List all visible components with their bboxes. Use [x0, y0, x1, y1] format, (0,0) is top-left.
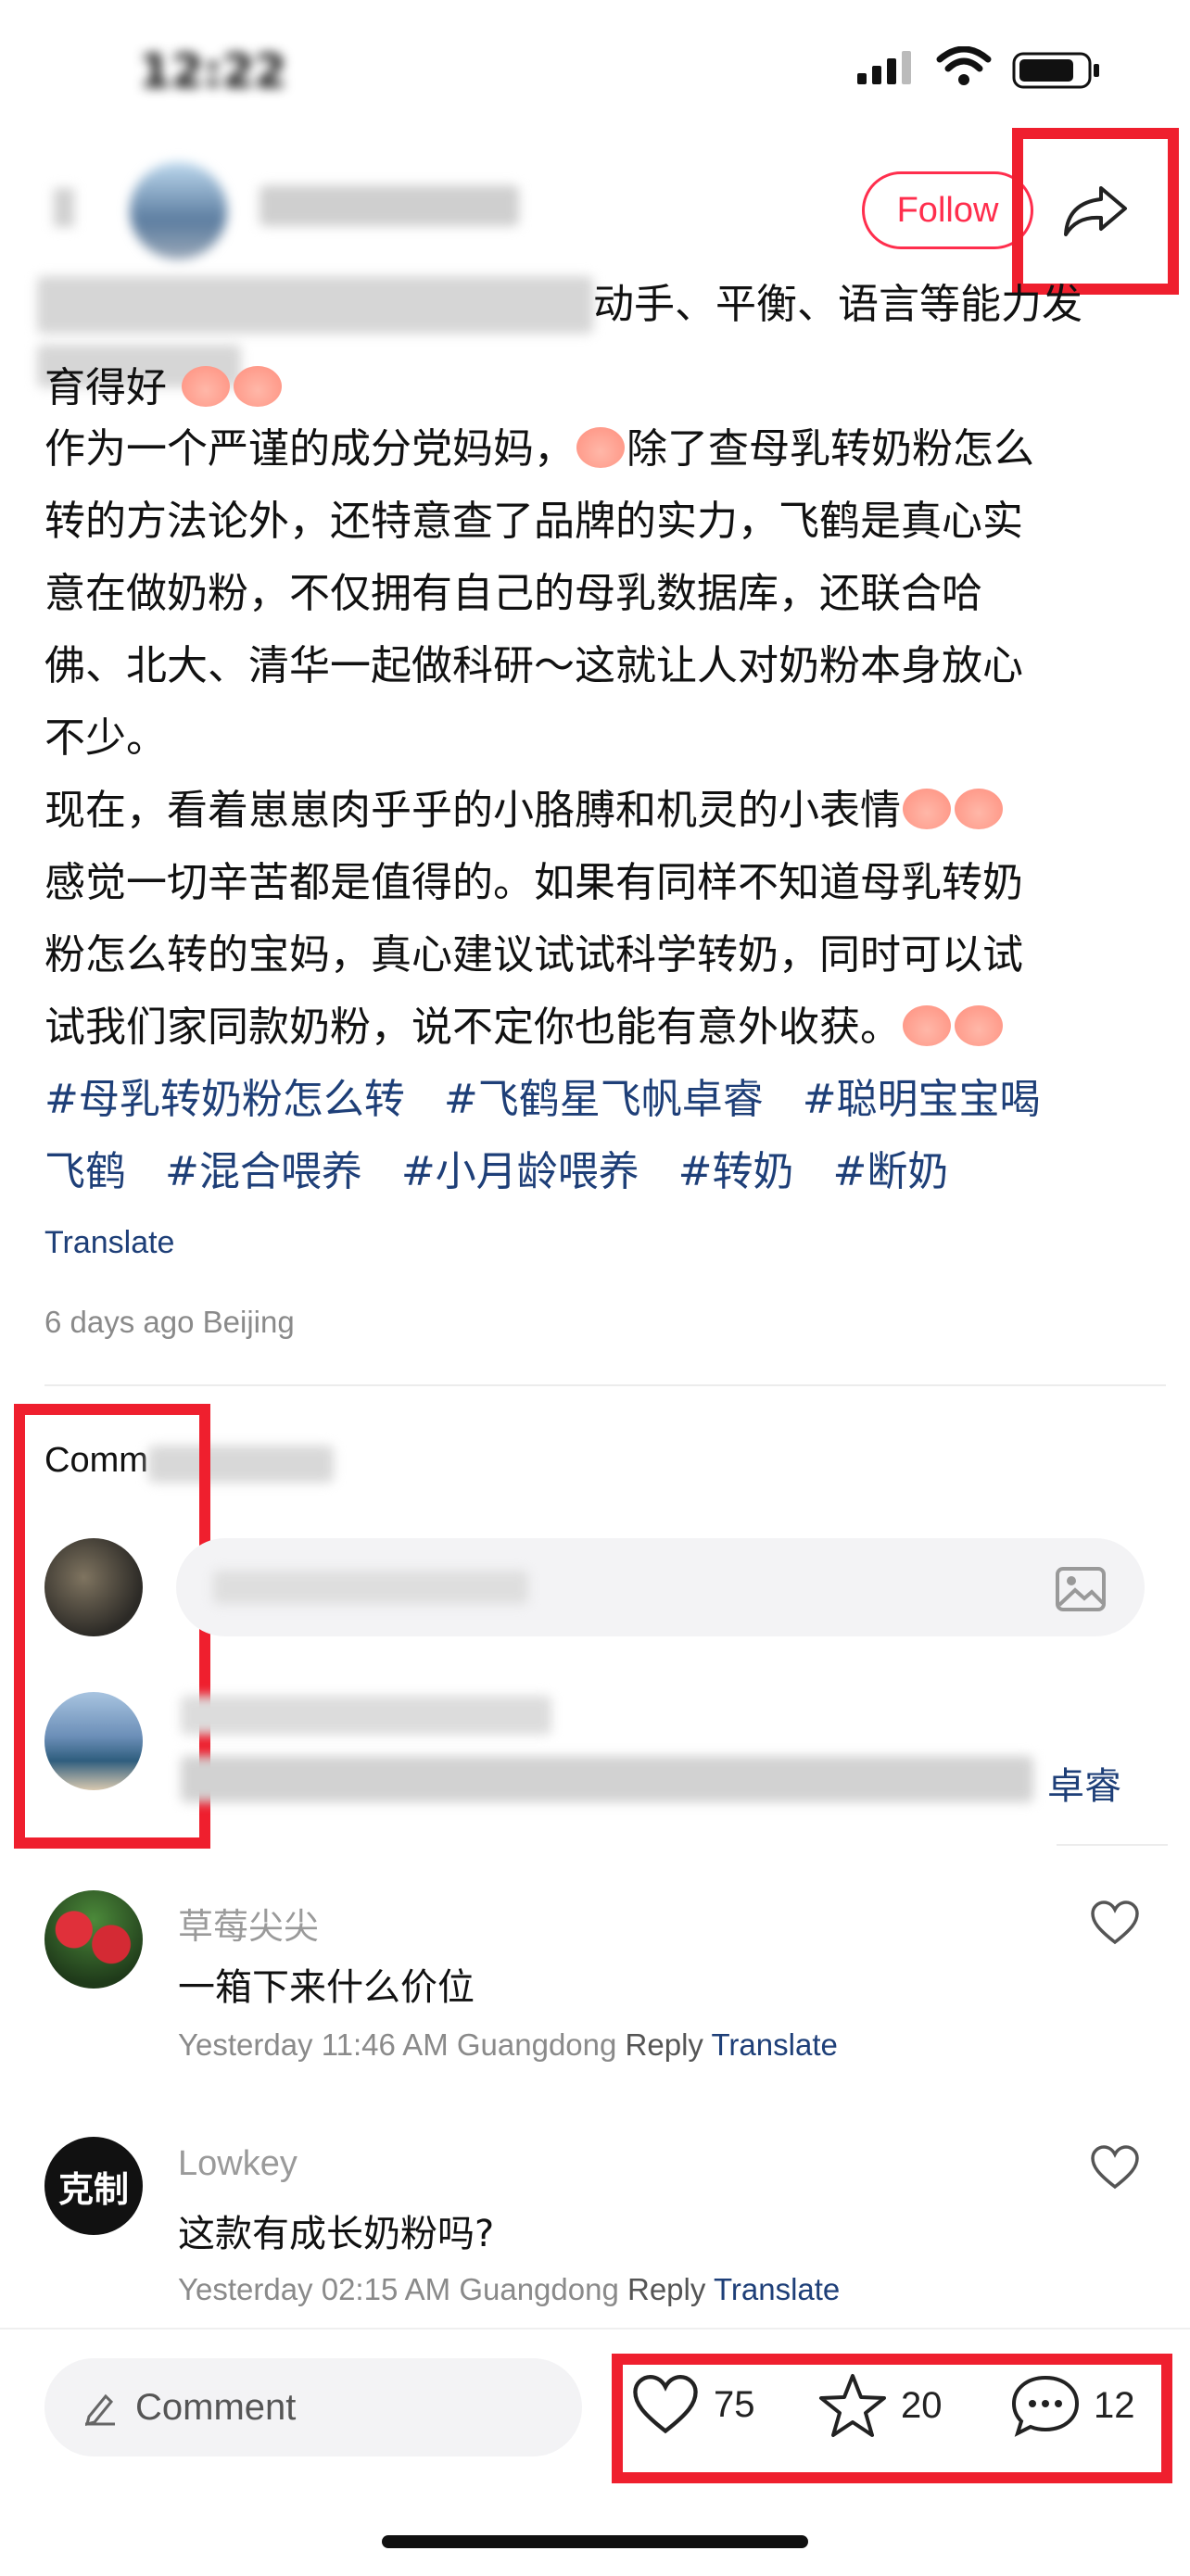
- heart-icon: [633, 2374, 698, 2434]
- chat-bubble-icon: [1011, 2375, 1080, 2437]
- post-line: 佛、北大、清华一起做科研～这就让人对奶粉本身放心: [44, 642, 1023, 689]
- emoji-face-icon: [955, 789, 1003, 829]
- emoji-face-icon: [234, 366, 282, 407]
- follow-button[interactable]: Follow: [862, 171, 1033, 249]
- post-blurred-text: [37, 276, 593, 334]
- emoji-face-icon: [955, 1005, 1003, 1046]
- comment-time: Yesterday 11:46 AM Guangdong: [178, 2027, 617, 2062]
- divider: [44, 1384, 1166, 1386]
- avatar-text: 克制: [57, 2168, 129, 2210]
- post-meta: 6 days ago Beijing: [44, 1305, 295, 1339]
- hashtag-link[interactable]: #飞鹤星飞帆卓睿: [444, 1076, 764, 1123]
- post-line-text: 除了查母乳转奶粉怎么: [627, 425, 1034, 473]
- commenter-name[interactable]: 草莓尖尖: [178, 1898, 319, 1949]
- post-line: 转的方法论外，还特意查了品牌的实力，飞鹤是真心实: [44, 498, 1023, 545]
- comment-count: 12: [1094, 2384, 1135, 2426]
- author-avatar[interactable]: [130, 162, 227, 259]
- emoji-face-icon: [182, 366, 230, 407]
- status-time: 12:22: [139, 44, 287, 98]
- post-line: 粉怎么转的宝妈，真心建议试试科学转奶，同时可以试: [44, 931, 1023, 979]
- hashtag-link[interactable]: 飞鹤: [44, 1148, 126, 1195]
- comment-meta: Yesterday 02:15 AM Guangdong Reply Trans…: [178, 2272, 840, 2307]
- post-line: 不少。: [44, 714, 167, 762]
- post-line: 感觉一切辛苦都是值得的。如果有同样不知道母乳转奶: [44, 859, 1023, 906]
- post-line: 试我们家同款奶粉，说不定你也能有意外收获。: [44, 991, 1147, 1064]
- pinned-text-blur: [181, 1756, 1033, 1802]
- back-button[interactable]: [54, 188, 74, 227]
- post-line: 意在做奶粉，不仅拥有自己的母乳数据库，还联合哈: [44, 570, 982, 617]
- author-name[interactable]: [260, 185, 519, 226]
- hashtag-link[interactable]: #断奶: [833, 1148, 949, 1195]
- wifi-icon: [936, 46, 992, 85]
- share-icon: [1064, 186, 1127, 236]
- signal-icon: [857, 51, 911, 84]
- post-line: 动手、平衡、语言等能力发: [593, 281, 1082, 328]
- divider: [1057, 1844, 1168, 1846]
- heart-icon[interactable]: [1089, 2144, 1141, 2191]
- translate-link[interactable]: Translate: [714, 2272, 840, 2306]
- comment-time: Yesterday 02:15 AM Guangdong: [178, 2272, 619, 2306]
- hashtag-link[interactable]: #聪明宝宝喝: [803, 1076, 1041, 1123]
- commenter-name[interactable]: Lowkey: [178, 2144, 298, 2184]
- battery-icon: [1012, 52, 1099, 89]
- image-icon[interactable]: [1055, 1566, 1107, 1612]
- comment-text: 这款有成长奶粉吗?: [178, 2213, 495, 2255]
- commenter-avatar[interactable]: [44, 1890, 143, 1989]
- hashtag-link[interactable]: #转奶: [678, 1148, 794, 1195]
- translate-link[interactable]: Translate: [712, 2027, 838, 2062]
- post-line: 作为一个严谨的成分党妈妈， 除了查母乳转奶粉怎么: [44, 413, 1147, 486]
- hashtag-row: 飞鹤 #混合喂养 #小月龄喂养 #转奶 #断奶: [44, 1136, 1157, 1208]
- emoji-face-icon: [903, 789, 951, 829]
- pinned-avatar[interactable]: [44, 1692, 143, 1790]
- reply-link[interactable]: Reply: [627, 2272, 705, 2306]
- home-indicator: [382, 2535, 808, 2548]
- commenter-avatar[interactable]: 克制: [44, 2137, 143, 2235]
- post-line-text: 试我们家同款奶粉，说不定你也能有意外收获。: [44, 1004, 901, 1051]
- translate-link[interactable]: Translate: [44, 1225, 174, 1261]
- post-line-text: 育得好: [44, 364, 167, 411]
- emoji-face-icon: [903, 1005, 951, 1046]
- emoji-face-icon: [576, 427, 625, 468]
- post-line-text: 现在，看着崽崽肉乎乎的小胳膊和机灵的小表情: [44, 787, 901, 834]
- post-line-text: 作为一个严谨的成分党妈妈，: [44, 425, 575, 473]
- like-count: 75: [714, 2383, 755, 2425]
- pinned-text-tail: 卓睿: [1047, 1765, 1121, 1808]
- my-avatar: [44, 1538, 143, 1636]
- star-icon: [819, 2374, 886, 2437]
- comment-meta: Yesterday 11:46 AM Guangdong Reply Trans…: [178, 2027, 838, 2063]
- hashtag-row: #母乳转奶粉怎么转 #飞鹤星飞帆卓睿 #聪明宝宝喝: [44, 1064, 1157, 1136]
- pencil-icon: [84, 2393, 115, 2426]
- collect-button[interactable]: 20: [817, 2372, 943, 2439]
- comment-box[interactable]: Comment: [44, 2358, 582, 2456]
- input-placeholder-blur: [213, 1571, 528, 1604]
- pinned-name-blur: [181, 1696, 551, 1735]
- hashtag-link[interactable]: #混合喂养: [165, 1148, 362, 1195]
- reply-link[interactable]: Reply: [626, 2027, 703, 2062]
- comments-button[interactable]: 12: [1010, 2372, 1135, 2439]
- comment-placeholder: Comment: [135, 2386, 297, 2428]
- hashtag-link[interactable]: #母乳转奶粉怎么转: [44, 1076, 405, 1123]
- comment-text: 一箱下来什么价位: [178, 1966, 475, 2009]
- collect-count: 20: [901, 2384, 943, 2426]
- heart-icon[interactable]: [1089, 1900, 1141, 1946]
- post-line: 现在，看着崽崽肉乎乎的小胳膊和机灵的小表情: [44, 775, 1147, 847]
- like-button[interactable]: 75: [630, 2372, 755, 2437]
- hashtag-link[interactable]: #小月龄喂养: [401, 1148, 639, 1195]
